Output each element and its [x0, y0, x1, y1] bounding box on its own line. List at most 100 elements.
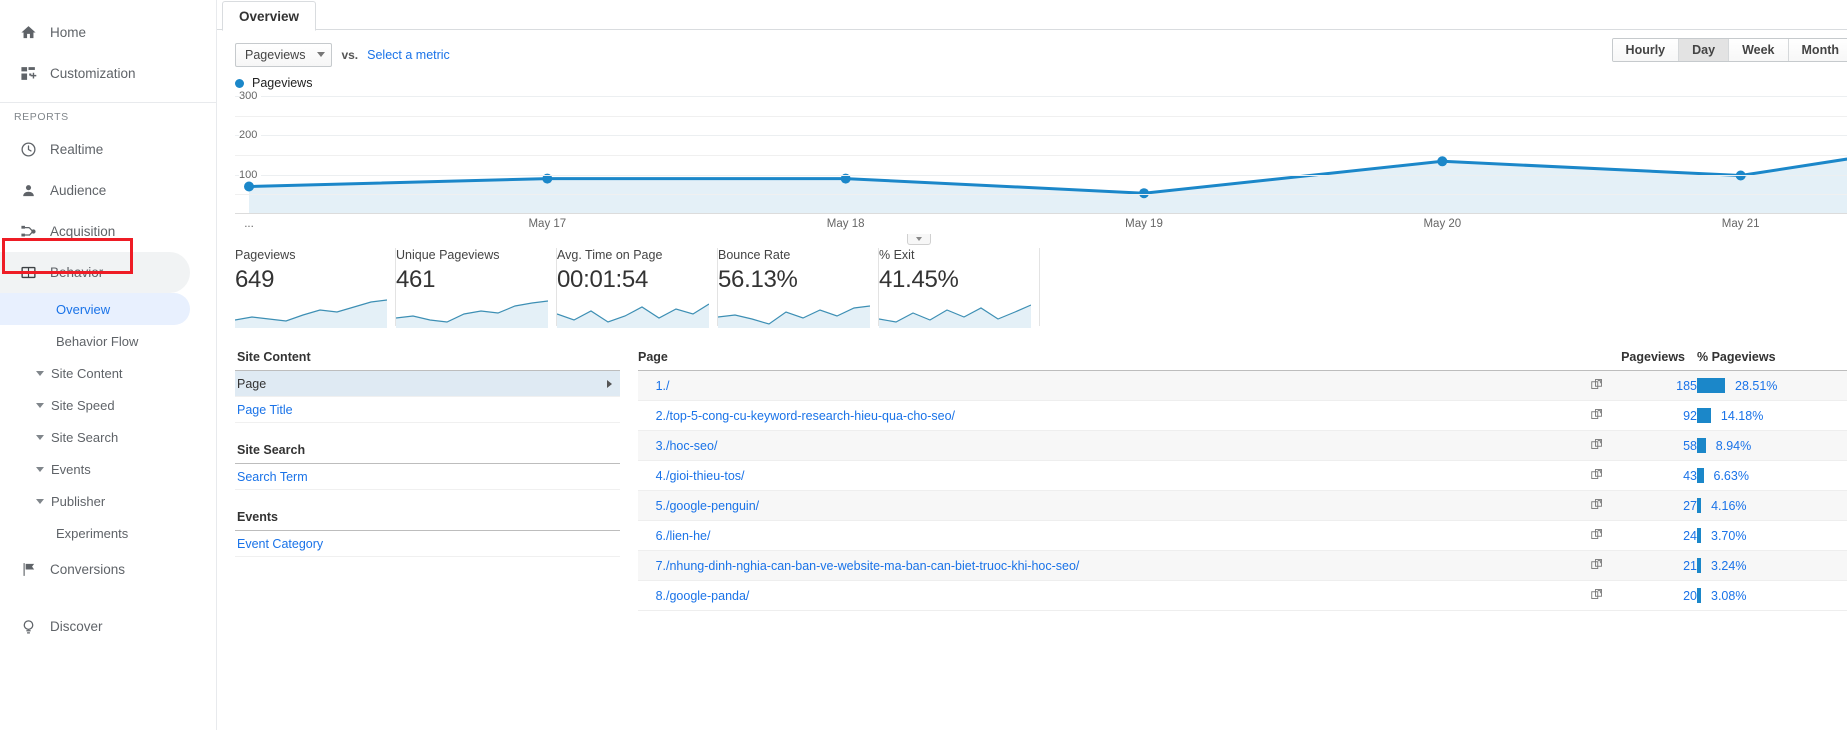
sidebar-item-conversions[interactable]: Conversions	[0, 549, 216, 590]
sidebar-item-site-speed[interactable]: Site Speed	[0, 389, 216, 421]
chevron-down-icon	[916, 237, 922, 241]
granularity-month[interactable]: Month	[1789, 39, 1847, 61]
summary-card[interactable]: % Exit41.45%	[879, 248, 1040, 326]
summary-card[interactable]: Avg. Time on Page00:01:54	[557, 248, 718, 326]
chart-x-tick: May 19	[1125, 218, 1163, 230]
sidebar-item-discover[interactable]: Discover	[0, 606, 216, 647]
sidebar-item-audience[interactable]: Audience	[0, 170, 216, 211]
sidebar-item-realtime[interactable]: Realtime	[0, 129, 216, 170]
row-pageviews: 43	[1611, 461, 1697, 491]
table-row[interactable]: 4./gioi-thieu-tos/436.63%	[638, 461, 1847, 491]
chart-plot-area[interactable]: 100200300	[235, 96, 1847, 214]
chart-data-point[interactable]	[244, 182, 254, 192]
page-link[interactable]: /google-penguin/	[666, 499, 759, 513]
open-page-icon[interactable]	[1583, 401, 1611, 431]
pct-bar	[1697, 408, 1711, 423]
table-row[interactable]: 8./google-panda/203.08%	[638, 581, 1847, 611]
chevron-down-icon	[36, 435, 44, 440]
column-header-pct-pageviews[interactable]: % Pageviews	[1697, 350, 1847, 371]
open-page-icon[interactable]	[1583, 461, 1611, 491]
open-page-icon[interactable]	[1583, 371, 1611, 401]
table-row[interactable]: 5./google-penguin/274.16%	[638, 491, 1847, 521]
row-page[interactable]: /lien-he/	[666, 521, 1583, 551]
chart-date-handle[interactable]	[907, 234, 931, 245]
column-header-page[interactable]: Page	[638, 350, 1583, 371]
tab-overview[interactable]: Overview	[222, 1, 316, 31]
table-row[interactable]: 3./hoc-seo/588.94%	[638, 431, 1847, 461]
chart-data-point[interactable]	[1139, 188, 1149, 198]
row-index: 5.	[638, 491, 666, 521]
select-a-metric-link[interactable]: Select a metric	[367, 48, 450, 62]
open-page-icon[interactable]	[1583, 491, 1611, 521]
dimension-row[interactable]: Event Category	[235, 531, 620, 557]
page-link[interactable]: /hoc-seo/	[666, 439, 717, 453]
granularity-week[interactable]: Week	[1729, 39, 1788, 61]
granularity-day[interactable]: Day	[1679, 39, 1729, 61]
sidebar-subitem-label: Events	[51, 462, 91, 477]
sidebar-item-site-search[interactable]: Site Search	[0, 421, 216, 453]
row-index: 6.	[638, 521, 666, 551]
dimension-row[interactable]: Search Term	[235, 464, 620, 490]
chart-data-point[interactable]	[1437, 156, 1447, 166]
page-link[interactable]: /lien-he/	[666, 529, 710, 543]
sidebar-item-behavior[interactable]: Behavior	[0, 252, 190, 293]
granularity-hourly[interactable]: Hourly	[1613, 39, 1680, 61]
chart-x-tick: May 18	[827, 218, 865, 230]
dimension-panel: Site ContentPagePage TitleSite SearchSea…	[235, 350, 638, 611]
sidebar-item-site-content[interactable]: Site Content	[0, 357, 216, 389]
sidebar-subitem-label: Site Content	[51, 366, 123, 381]
sidebar-item-acquisition[interactable]: Acquisition	[0, 211, 216, 252]
sidebar-item-home[interactable]: Home	[0, 12, 216, 53]
dimension-row[interactable]: Page	[235, 371, 620, 397]
page-link[interactable]: /	[666, 379, 669, 393]
open-page-icon[interactable]	[1583, 581, 1611, 611]
row-pageviews: 92	[1611, 401, 1697, 431]
sidebar-item-publisher[interactable]: Publisher	[0, 485, 216, 517]
table-row[interactable]: 1./18528.51%	[638, 371, 1847, 401]
chevron-down-icon	[317, 52, 325, 57]
page-link[interactable]: /google-panda/	[666, 589, 749, 603]
open-page-icon[interactable]	[1583, 431, 1611, 461]
row-page[interactable]: /gioi-thieu-tos/	[666, 461, 1583, 491]
row-page[interactable]: /hoc-seo/	[666, 431, 1583, 461]
open-page-icon[interactable]	[1583, 551, 1611, 581]
column-header-pageviews[interactable]: Pageviews	[1611, 350, 1697, 371]
open-page-icon[interactable]	[1583, 521, 1611, 551]
pct-bar	[1697, 438, 1706, 453]
page-link[interactable]: /top-5-cong-cu-keyword-research-hieu-qua…	[666, 409, 955, 423]
lower-section: Site ContentPagePage TitleSite SearchSea…	[217, 350, 1847, 611]
pct-bar	[1697, 528, 1701, 543]
row-pct-pageviews: 8.94%	[1697, 431, 1847, 461]
chart-x-labels: ...May 17May 18May 19May 20May 21May 22	[235, 214, 1847, 236]
table-row[interactable]: 2./top-5-cong-cu-keyword-research-hieu-q…	[638, 401, 1847, 431]
customization-icon	[14, 65, 42, 82]
sidebar-item-label: Customization	[42, 66, 136, 81]
row-page[interactable]: /google-panda/	[666, 581, 1583, 611]
row-index: 1.	[638, 371, 666, 401]
metric-select-value: Pageviews	[245, 48, 305, 62]
dimension-row[interactable]: Page Title	[235, 397, 620, 423]
row-pct-pageviews: 3.70%	[1697, 521, 1847, 551]
table-row[interactable]: 6./lien-he/243.70%	[638, 521, 1847, 551]
summary-card[interactable]: Unique Pageviews461	[396, 248, 557, 326]
row-pageviews: 20	[1611, 581, 1697, 611]
row-page[interactable]: /google-penguin/	[666, 491, 1583, 521]
summary-card[interactable]: Pageviews649	[235, 248, 396, 326]
sidebar-item-behavior-flow[interactable]: Behavior Flow	[0, 325, 216, 357]
row-page[interactable]: /top-5-cong-cu-keyword-research-hieu-qua…	[666, 401, 1583, 431]
row-pct-pageviews: 6.63%	[1697, 461, 1847, 491]
sidebar-item-customization[interactable]: Customization	[0, 53, 216, 94]
summary-card[interactable]: Bounce Rate56.13%	[718, 248, 879, 326]
table-row[interactable]: 7./nhung-dinh-nghia-can-ban-ve-website-m…	[638, 551, 1847, 581]
sidebar-item-overview[interactable]: Overview	[0, 293, 190, 325]
row-page[interactable]: /	[666, 371, 1583, 401]
sidebar-item-label: Audience	[42, 183, 106, 198]
row-page[interactable]: /nhung-dinh-nghia-can-ban-ve-website-ma-…	[666, 551, 1583, 581]
metric-toolbar: Pageviews vs. Select a metric Hourly Day…	[217, 30, 1847, 70]
metric-select[interactable]: Pageviews	[235, 43, 332, 67]
sidebar-item-events[interactable]: Events	[0, 453, 216, 485]
page-link[interactable]: /nhung-dinh-nghia-can-ban-ve-website-ma-…	[666, 559, 1079, 573]
dimension-group-title: Site Search	[235, 443, 620, 464]
page-link[interactable]: /gioi-thieu-tos/	[666, 469, 745, 483]
sidebar-item-experiments[interactable]: Experiments	[0, 517, 216, 549]
